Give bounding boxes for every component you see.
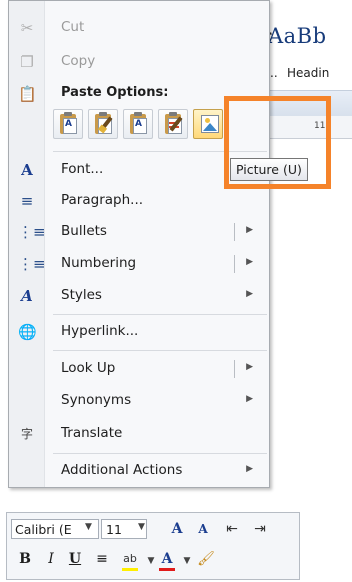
mountain-icon — [203, 123, 217, 131]
menu-item-label: Hyperlink... — [61, 323, 139, 339]
shrink-font-button[interactable]: A — [193, 519, 213, 539]
styles-icon: A — [21, 287, 33, 305]
copy-icon: ❐ — [20, 53, 34, 71]
clip-icon — [99, 112, 107, 116]
menu-item-numbering[interactable]: ⋮≡ Numbering ▶ — [9, 249, 267, 279]
menu-item-label: Font... — [61, 161, 104, 177]
submenu-arrow-icon: ▶ — [246, 257, 253, 267]
menu-item-label: Additional Actions — [61, 462, 183, 478]
submenu-separator — [234, 360, 235, 378]
a-glyph-icon: A — [135, 119, 142, 129]
menu-item-synonyms[interactable]: Synonyms ▶ — [9, 386, 267, 416]
submenu-arrow-icon: ▶ — [246, 225, 253, 235]
grow-font-button[interactable]: A — [167, 519, 187, 539]
menu-item-additional-actions[interactable]: Additional Actions ▶ — [9, 456, 267, 486]
context-menu: ✂ Cut ❐ Copy 📋 Paste Options: A A A Font… — [8, 0, 270, 488]
clip-icon — [134, 112, 142, 116]
paste-text-only-button[interactable] — [158, 109, 188, 139]
menu-item-styles[interactable]: A Styles ▶ — [9, 281, 267, 311]
a-glyph-icon: A — [65, 119, 72, 129]
paste-picture-button[interactable] — [193, 109, 223, 139]
font-icon: A — [21, 161, 33, 179]
font-color-bar — [159, 568, 175, 571]
bullets-icon: ⋮≡ — [18, 223, 46, 241]
format-painter-icon[interactable]: 🖌 — [195, 549, 217, 569]
menu-item-copy[interactable]: ❐ Copy — [9, 47, 267, 77]
bold-button[interactable]: B — [15, 549, 35, 569]
paste-use-destination-styles-button[interactable]: A — [123, 109, 153, 139]
numbering-icon: ⋮≡ — [18, 255, 46, 273]
submenu-arrow-icon: ▶ — [246, 394, 253, 404]
menu-item-paragraph[interactable]: ≡ Paragraph... — [9, 186, 267, 216]
style-gallery-sample[interactable]: AaBb — [268, 24, 327, 48]
chevron-down-icon[interactable]: ▼ — [138, 522, 145, 532]
menu-item-label: Copy — [61, 53, 96, 69]
underline-button[interactable]: U — [65, 549, 85, 569]
menu-item-label: Numbering — [61, 255, 137, 271]
translate-icon: 字 — [20, 427, 33, 441]
clip-icon — [64, 112, 72, 116]
center-align-icon[interactable]: ≡ — [91, 549, 113, 569]
font-color-button[interactable]: A — [157, 549, 177, 569]
menu-item-label: Cut — [61, 19, 85, 35]
paste-options-label: Paste Options: — [61, 85, 169, 100]
menu-item-hyperlink[interactable]: 🌐 Hyperlink... — [9, 317, 267, 347]
menu-divider — [53, 350, 267, 351]
menu-item-translate[interactable]: 字 Translate — [9, 419, 267, 449]
clipboard-icon: 📋 — [18, 85, 37, 103]
submenu-arrow-icon: ▶ — [246, 464, 253, 474]
menu-divider — [53, 453, 267, 454]
menu-item-label: Synonyms — [61, 392, 132, 408]
decrease-indent-icon[interactable]: ⇤ — [221, 519, 243, 539]
submenu-arrow-icon: ▶ — [246, 362, 253, 372]
paragraph-icon: ≡ — [20, 192, 34, 210]
hyperlink-icon: 🌐 — [18, 323, 37, 341]
style-gallery-name[interactable]: Headin — [287, 66, 329, 80]
submenu-separator — [234, 255, 235, 273]
menu-item-label: Look Up — [61, 360, 116, 376]
paste-merge-formatting-button[interactable] — [88, 109, 118, 139]
highlight-button[interactable]: ab — [119, 549, 141, 569]
menu-item-look-up[interactable]: Look Up ▶ — [9, 354, 267, 384]
style-gallery-ellipsis: .. — [270, 66, 278, 80]
chevron-down-icon[interactable]: ▼ — [145, 551, 157, 571]
scissors-icon: ✂ — [20, 19, 34, 37]
menu-divider — [53, 314, 267, 315]
menu-item-cut[interactable]: ✂ Cut — [9, 13, 267, 43]
menu-item-label: Bullets — [61, 223, 107, 239]
mini-toolbar: Calibri (E ▼ 11 ▼ A A ⇤ ⇥ B I U ≡ ab ▼ A… — [6, 512, 300, 580]
menu-item-bullets[interactable]: ⋮≡ Bullets ▶ — [9, 217, 267, 247]
tooltip: Picture (U) — [230, 158, 308, 181]
menu-item-label: Styles — [61, 287, 102, 303]
italic-button[interactable]: I — [41, 549, 61, 569]
chevron-down-icon[interactable]: ▼ — [181, 551, 193, 571]
increase-indent-icon[interactable]: ⇥ — [249, 519, 271, 539]
clip-icon — [169, 112, 177, 116]
chevron-down-icon[interactable]: ▼ — [85, 522, 92, 532]
submenu-arrow-icon: ▶ — [246, 289, 253, 299]
highlight-color-bar — [122, 568, 138, 571]
submenu-separator — [234, 223, 235, 241]
menu-item-label: Translate — [61, 425, 123, 441]
menu-item-label: Paragraph... — [61, 192, 144, 208]
paste-keep-source-button[interactable]: A — [53, 109, 83, 139]
